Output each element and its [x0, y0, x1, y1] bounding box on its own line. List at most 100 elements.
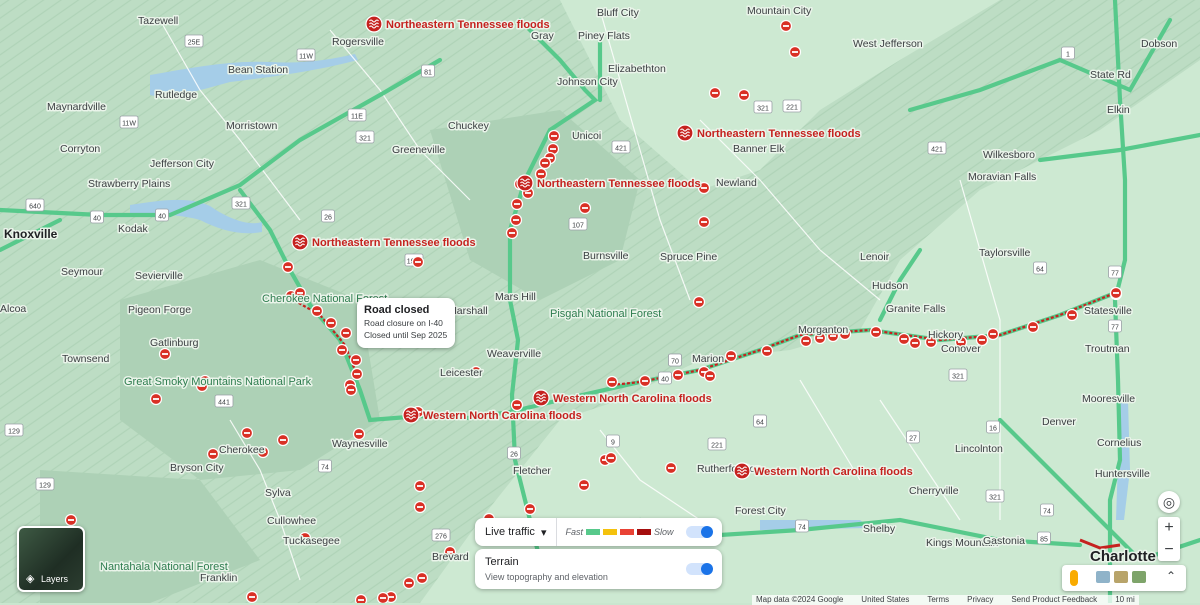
privacy-link[interactable]: Privacy: [967, 595, 993, 605]
city-label: Rutherfordton: [697, 463, 761, 475]
live-traffic-label: Live traffic: [485, 526, 535, 538]
city-label: Lincolnton: [955, 443, 1003, 455]
road-closure-icon[interactable]: [354, 593, 368, 604]
road-closure-icon[interactable]: [149, 392, 163, 406]
road-closure-icon[interactable]: [64, 513, 78, 527]
road-closure-icon[interactable]: [276, 433, 290, 447]
road-closure-icon[interactable]: [760, 344, 774, 358]
road-closure-icon[interactable]: [505, 226, 519, 240]
layers-button[interactable]: ◈ Layers: [17, 526, 85, 592]
fast-label: Fast: [565, 527, 583, 537]
country-link[interactable]: United States: [861, 595, 909, 605]
road-closed-popup[interactable]: Road closed Road closure on I-40 Closed …: [357, 298, 455, 348]
road-closure-icon[interactable]: [692, 295, 706, 309]
road-closure-icon[interactable]: [324, 316, 338, 330]
route-shield: 74: [795, 519, 809, 533]
map-canvas[interactable]: 25E11W8111W11E32164040403212619W10742122…: [0, 0, 1200, 603]
route-shield: 321: [948, 368, 968, 382]
flood-event-marker[interactable]: Western North Carolina floods: [402, 406, 583, 424]
city-label: Corryton: [60, 143, 100, 155]
road-closure-icon[interactable]: [245, 590, 259, 603]
road-closure-icon[interactable]: [344, 383, 358, 397]
road-closure-icon[interactable]: [413, 500, 427, 514]
road-closure-icon[interactable]: [510, 398, 524, 412]
city-label: Bean Station: [228, 64, 288, 76]
road-closure-icon[interactable]: [1065, 308, 1079, 322]
road-closure-icon[interactable]: [510, 197, 524, 211]
svg-text:276: 276: [435, 534, 447, 541]
road-closure-icon[interactable]: [240, 426, 254, 440]
live-traffic-toggle[interactable]: [686, 526, 713, 538]
road-closure-icon[interactable]: [350, 367, 364, 381]
road-closure-icon[interactable]: [708, 86, 722, 100]
map-thumb-satellite[interactable]: [1096, 571, 1110, 583]
road-closure-icon[interactable]: [547, 129, 561, 143]
road-closure-icon[interactable]: [779, 19, 793, 33]
road-closure-icon[interactable]: [509, 213, 523, 227]
flood-event-marker[interactable]: Western North Carolina floods: [733, 462, 914, 480]
road-closure-icon[interactable]: [538, 156, 552, 170]
road-closure-icon[interactable]: [604, 451, 618, 465]
slow-label: Slow: [653, 527, 674, 537]
terrain-toggle[interactable]: [686, 563, 713, 575]
flood-event-marker[interactable]: Northeastern Tennessee floods: [516, 174, 702, 192]
road-closure-icon[interactable]: [799, 334, 813, 348]
road-closure-icon[interactable]: [986, 327, 1000, 341]
road-closure-icon[interactable]: [349, 353, 363, 367]
road-closure-icon[interactable]: [523, 502, 537, 516]
road-closure-icon[interactable]: [697, 215, 711, 229]
map-thumb-default[interactable]: [1132, 571, 1146, 583]
flood-event-marker[interactable]: Northeastern Tennessee floods: [291, 233, 477, 251]
expand-chevron-icon[interactable]: ⌃: [1166, 569, 1176, 583]
road-closure-icon[interactable]: [376, 591, 390, 604]
flood-event-marker[interactable]: Northeastern Tennessee floods: [365, 15, 551, 33]
road-closure-icon[interactable]: [703, 369, 717, 383]
road-closure-icon[interactable]: [411, 255, 425, 269]
city-label: Bryson City: [170, 462, 224, 474]
feedback-link[interactable]: Send Product Feedback: [1011, 595, 1097, 605]
svg-text:70: 70: [671, 359, 679, 366]
road-closure-icon[interactable]: [1109, 286, 1123, 300]
flood-event-marker[interactable]: Western North Carolina floods: [532, 389, 713, 407]
road-closure-icon[interactable]: [402, 576, 416, 590]
svg-text:640: 640: [29, 204, 41, 211]
road-closure-icon[interactable]: [664, 461, 678, 475]
zoom-in-button[interactable]: +: [1158, 517, 1180, 539]
road-closure-icon[interactable]: [671, 368, 685, 382]
road-closure-icon[interactable]: [339, 326, 353, 340]
my-location-button[interactable]: ◎: [1158, 491, 1180, 513]
road-closure-icon[interactable]: [335, 343, 349, 357]
road-closure-icon[interactable]: [737, 88, 751, 102]
zoom-out-button[interactable]: −: [1158, 539, 1180, 561]
road-closure-icon[interactable]: [788, 45, 802, 59]
road-closure-icon[interactable]: [577, 478, 591, 492]
road-closure-icon[interactable]: [724, 349, 738, 363]
flood-icon: [733, 462, 751, 480]
road-closure-icon[interactable]: [281, 260, 295, 274]
svg-text:40: 40: [661, 377, 669, 384]
svg-text:321: 321: [359, 136, 371, 143]
city-label: State Rd: [1090, 69, 1131, 81]
flood-event-label: Northeastern Tennessee floods: [386, 19, 550, 31]
live-traffic-dropdown[interactable]: Live traffic ▾: [475, 518, 558, 546]
pegman-icon[interactable]: [1070, 570, 1078, 586]
road-closure-icon[interactable]: [869, 325, 883, 339]
flood-event-marker[interactable]: Northeastern Tennessee floods: [676, 124, 862, 142]
road-closure-icon[interactable]: [578, 201, 592, 215]
road-closure-icon[interactable]: [638, 374, 652, 388]
road-closure-icon[interactable]: [415, 571, 429, 585]
road-closure-icon[interactable]: [908, 336, 922, 350]
road-closure-icon[interactable]: [413, 479, 427, 493]
park-label: Pisgah National Forest: [550, 308, 661, 320]
road-closure-icon[interactable]: [310, 304, 324, 318]
city-label: Gray: [531, 30, 555, 42]
terms-link[interactable]: Terms: [927, 595, 949, 605]
city-label: Cullowhee: [267, 515, 316, 527]
road-closure-icon[interactable]: [206, 447, 220, 461]
road-closure-icon[interactable]: [158, 347, 172, 361]
city-label: Newland: [716, 177, 757, 189]
road-closure-icon[interactable]: [605, 375, 619, 389]
road-closure-icon[interactable]: [1026, 320, 1040, 334]
map-thumb-terrain[interactable]: [1114, 571, 1128, 583]
road-closure-icon[interactable]: [897, 332, 911, 346]
